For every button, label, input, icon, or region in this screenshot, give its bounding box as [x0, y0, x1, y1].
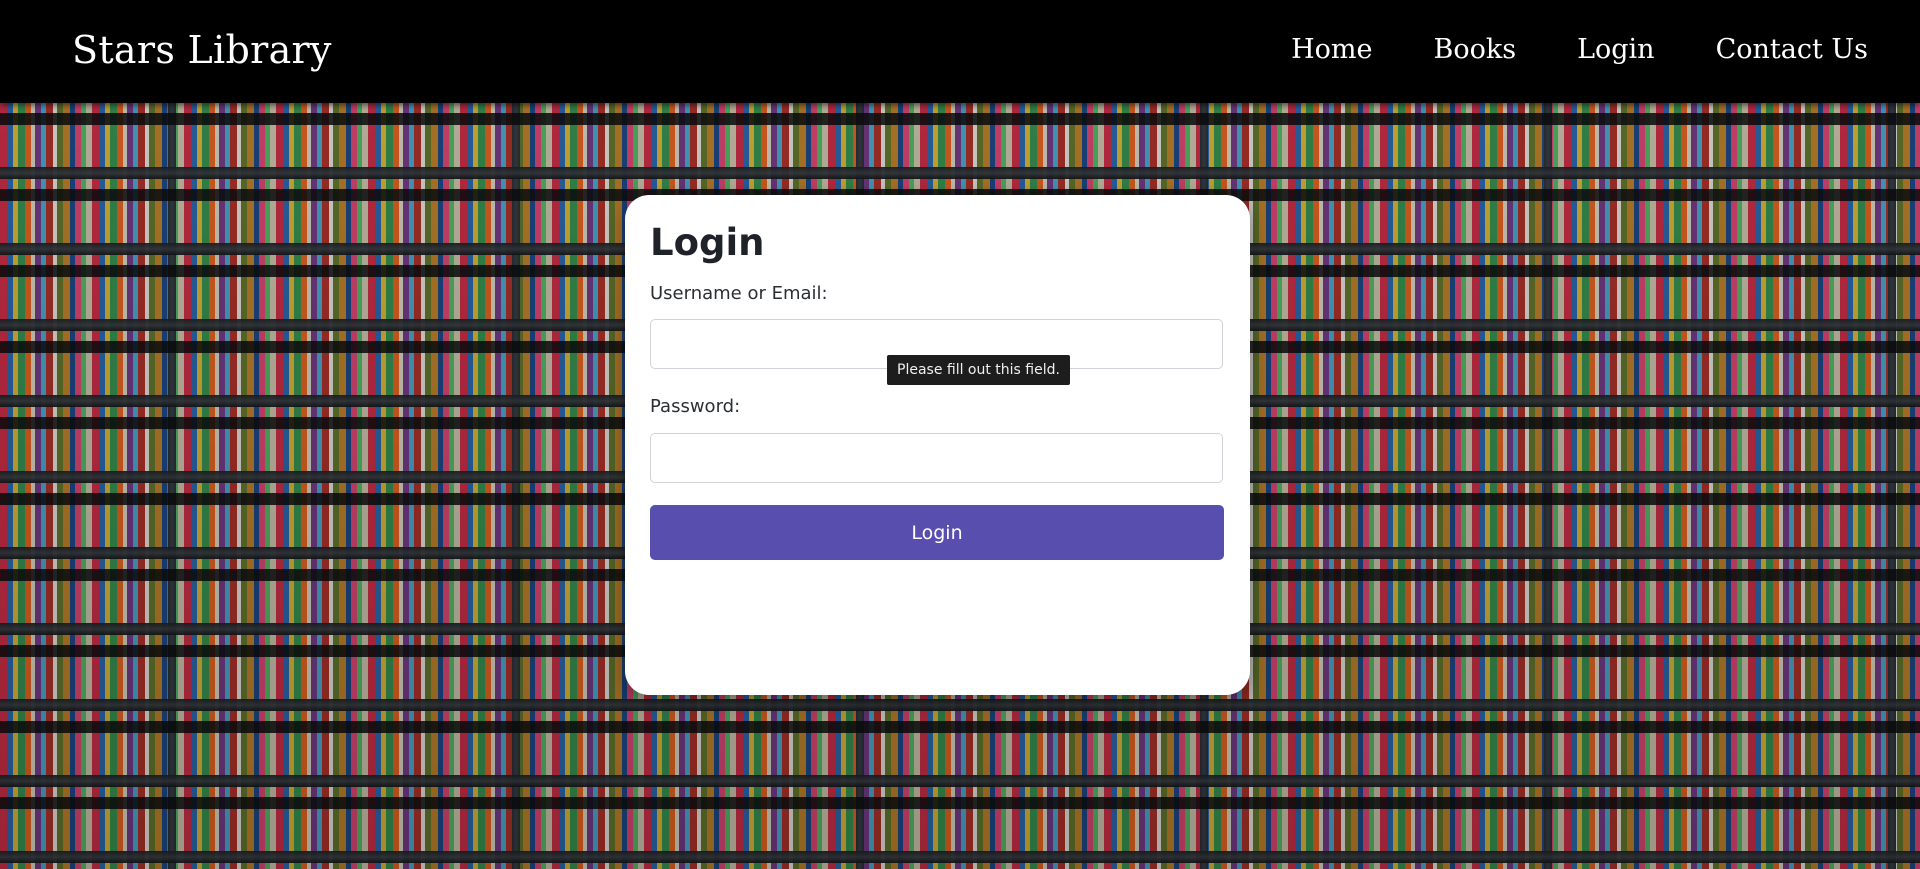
login-title: Login: [650, 221, 765, 264]
password-label: Password:: [650, 396, 741, 417]
login-submit-button[interactable]: Login: [650, 505, 1224, 560]
nav-link-books[interactable]: Books: [1434, 34, 1517, 65]
nav-link-home[interactable]: Home: [1291, 34, 1372, 65]
username-label: Username or Email:: [650, 283, 828, 304]
password-input[interactable]: [650, 433, 1223, 483]
nav-links: Home Books Login Contact Us: [1291, 34, 1868, 65]
nav-link-contact-us[interactable]: Contact Us: [1716, 34, 1868, 65]
nav-link-login[interactable]: Login: [1577, 34, 1655, 65]
top-navbar: Stars Library Home Books Login Contact U…: [0, 0, 1920, 103]
login-card: Login Username or Email: Password: Login: [625, 195, 1250, 695]
validation-tooltip: Please fill out this field.: [887, 355, 1070, 385]
brand-logo-link[interactable]: Stars Library: [72, 28, 332, 72]
